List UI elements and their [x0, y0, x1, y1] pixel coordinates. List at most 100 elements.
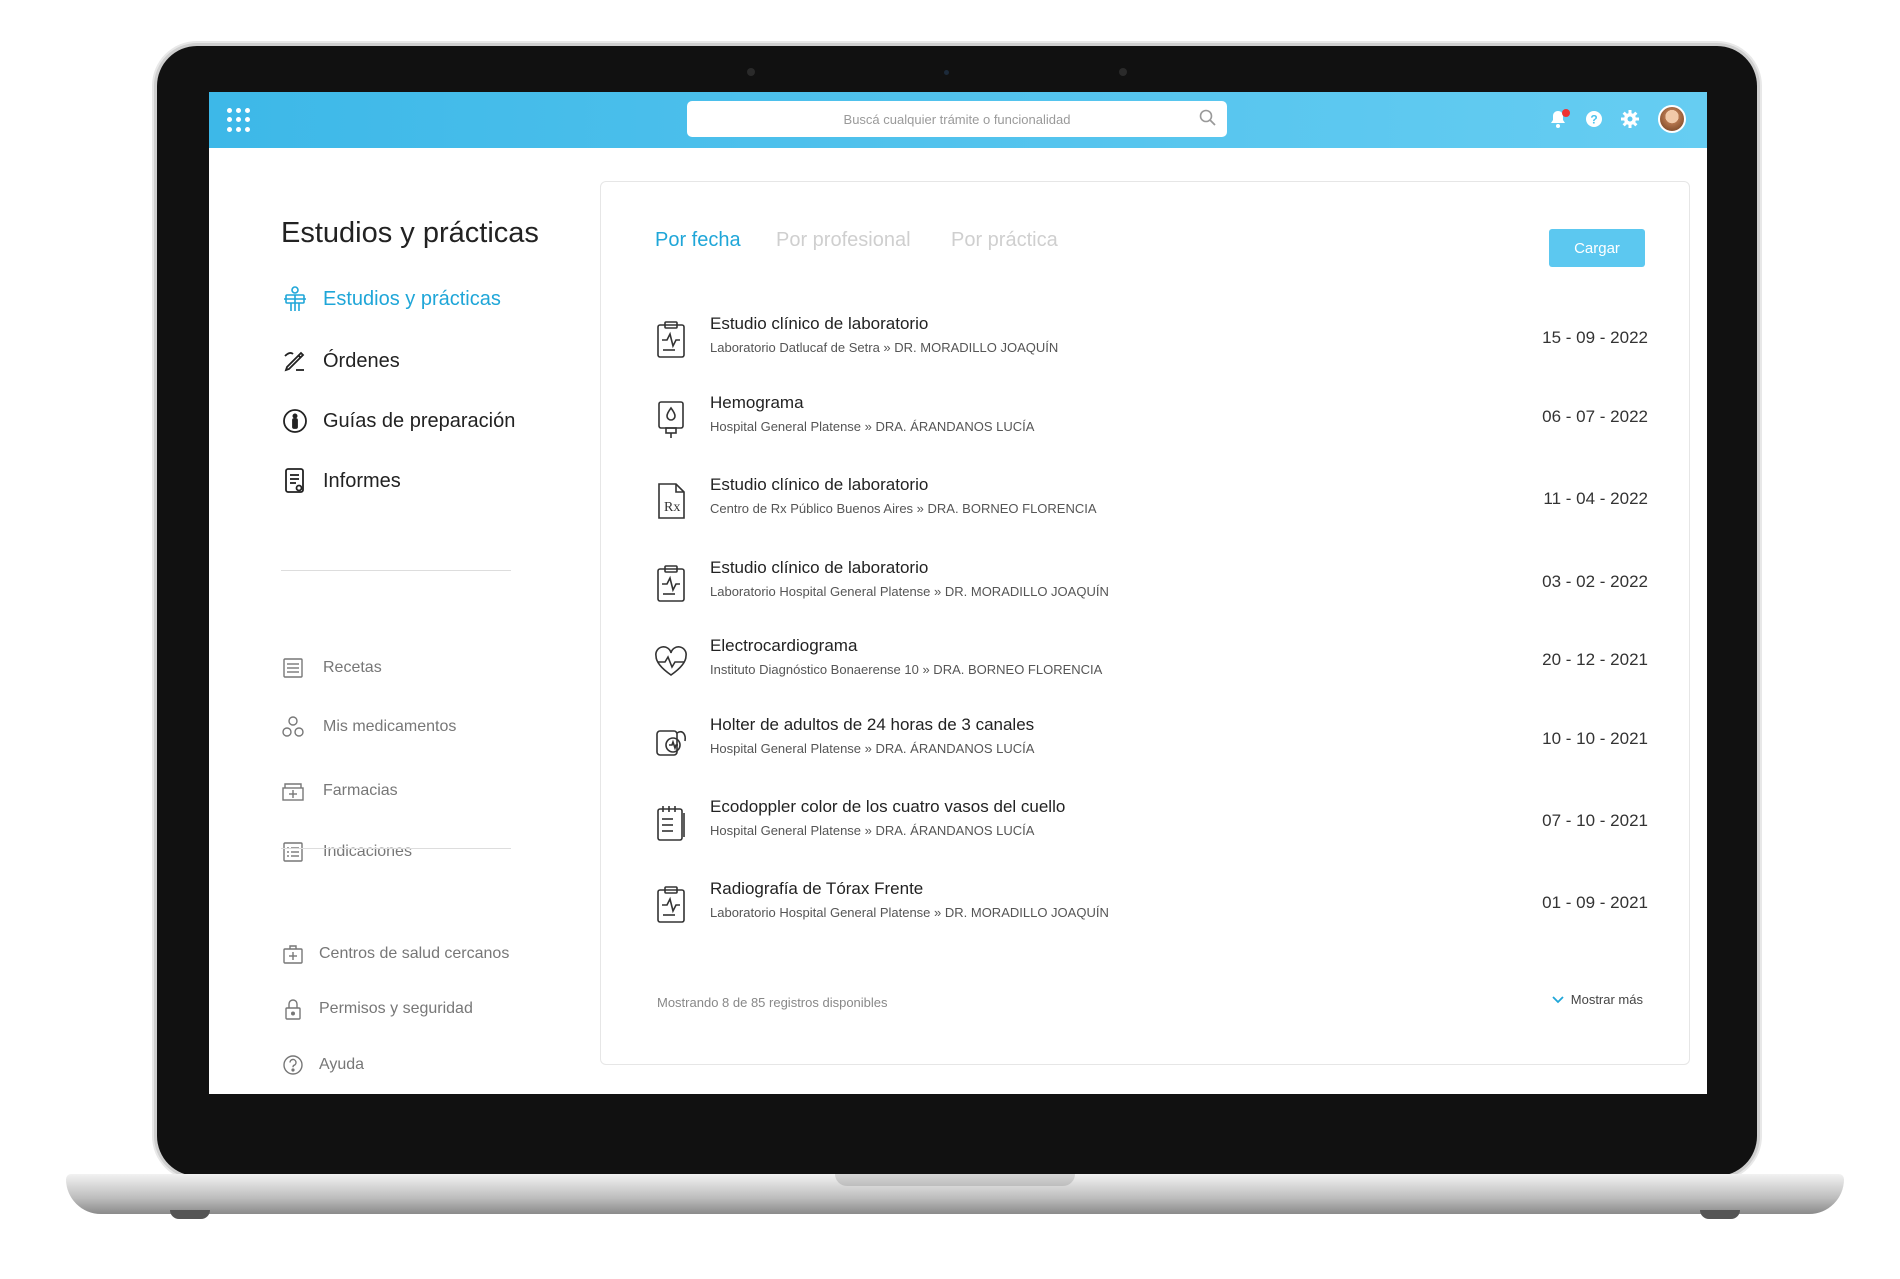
record-row[interactable]: Rx Estudio clínico de laboratorio Centro… [653, 471, 1648, 531]
record-subtitle: Laboratorio Hospital General Platense » … [710, 584, 1109, 599]
record-subtitle: Hospital General Platense » DRA. ÁRANDAN… [710, 419, 1035, 434]
checklist-icon [281, 840, 305, 864]
record-title: Ecodoppler color de los cuatro vasos del… [710, 797, 1066, 816]
record-subtitle: Hospital General Platense » DRA. ÁRANDAN… [710, 741, 1035, 756]
laptop-foot [1700, 1210, 1740, 1219]
sidebar-item-permisos[interactable]: Permisos y seguridad [281, 997, 473, 1021]
info-person-icon [281, 407, 309, 435]
records-card: Por fecha Por profesional Por práctica C… [600, 181, 1690, 1065]
record-date: 06 - 07 - 2022 [1542, 407, 1648, 426]
record-row[interactable]: Radiografía de Tórax Frente Laboratorio … [653, 875, 1648, 935]
prescription-list-icon [281, 656, 305, 680]
sidebar-item-medicamentos[interactable]: Mis medicamentos [281, 715, 456, 739]
body-scan-icon [281, 285, 309, 313]
sidebar-item-ayuda[interactable]: Ayuda [281, 1053, 364, 1077]
record-row[interactable]: Estudio clínico de laboratorio Laborator… [653, 310, 1648, 370]
records-summary: Mostrando 8 de 85 registros disponibles [657, 995, 888, 1010]
record-row[interactable]: Ecodoppler color de los cuatro vasos del… [653, 793, 1648, 853]
record-title: Holter de adultos de 24 horas de 3 canal… [710, 715, 1035, 734]
record-subtitle: Laboratorio Hospital General Platense » … [710, 905, 1109, 920]
sidebar-item-label: Órdenes [323, 349, 400, 372]
record-subtitle: Hospital General Platense » DRA. ÁRANDAN… [710, 823, 1035, 838]
record-title: Estudio clínico de laboratorio [710, 558, 929, 577]
sidebar-item-label: Permisos y seguridad [319, 1000, 473, 1017]
pencil-order-icon [281, 347, 309, 375]
record-title: Estudio clínico de laboratorio [710, 475, 929, 494]
sidebar-item-label: Recetas [323, 659, 382, 676]
help-icon [281, 1053, 305, 1077]
tab-por-profesional[interactable]: Por profesional [776, 229, 911, 252]
tab-por-practica[interactable]: Por práctica [951, 229, 1058, 252]
svg-text:?: ? [1590, 113, 1597, 127]
chevron-down-icon [1552, 995, 1564, 1003]
record-subtitle: Instituto Diagnóstico Bonaerense 10 » DR… [710, 662, 1103, 677]
notepad-icon [657, 806, 685, 841]
clipboard-pulse-icon [657, 886, 685, 923]
sensor-dot [747, 68, 755, 76]
pharmacy-icon [281, 779, 305, 803]
sidebar-item-indicaciones[interactable]: Indicaciones [281, 840, 412, 864]
clipboard-pulse-icon [657, 565, 685, 602]
record-title: Estudio clínico de laboratorio [710, 314, 929, 333]
record-date: 03 - 02 - 2022 [1542, 572, 1648, 591]
base-notch [835, 1174, 1075, 1186]
laptop-lid: ? Estudios y prácticas [157, 46, 1757, 1176]
record-date: 07 - 10 - 2021 [1542, 811, 1648, 830]
laptop-foot [170, 1210, 210, 1219]
record-title: Radiografía de Tórax Frente [710, 879, 924, 898]
divider [281, 570, 511, 571]
apps-grid-icon[interactable] [227, 108, 251, 132]
show-more-label: Mostrar más [1570, 992, 1643, 1007]
sidebar-item-estudios[interactable]: Estudios y prácticas [281, 285, 501, 313]
sidebar-item-label: Ayuda [319, 1056, 365, 1073]
report-document-icon [281, 467, 309, 495]
lock-icon [281, 997, 305, 1021]
rx-document-icon: Rx [658, 483, 685, 519]
page-title: Estudios y prácticas [281, 217, 539, 249]
sidebar-item-recetas[interactable]: Recetas [281, 656, 382, 680]
screen: ? Estudios y prácticas [209, 92, 1707, 1094]
sidebar-item-informes[interactable]: Informes [281, 467, 401, 495]
medical-kit-icon [281, 942, 305, 966]
pills-icon [281, 715, 305, 739]
heart-pulse-icon [655, 646, 687, 676]
record-date: 20 - 12 - 2021 [1542, 650, 1648, 669]
sidebar-item-guias[interactable]: Guías de preparación [281, 407, 515, 435]
sidebar-item-label: Estudios y prácticas [323, 287, 501, 310]
sidebar-item-farmacias[interactable]: Farmacias [281, 779, 398, 803]
search-icon[interactable] [1199, 109, 1217, 127]
record-row[interactable]: Hemograma Hospital General Platense » DR… [653, 389, 1648, 449]
sidebar-item-label: Farmacias [323, 782, 398, 799]
search-input[interactable] [687, 101, 1227, 137]
record-row[interactable]: Electrocardiograma Instituto Diagnóstico… [653, 632, 1648, 692]
record-title: Electrocardiograma [710, 636, 858, 655]
camera-lens [944, 70, 949, 75]
laptop-base [66, 1174, 1844, 1214]
notification-badge [1562, 109, 1570, 117]
clipboard-pulse-icon [657, 321, 685, 358]
show-more-button[interactable]: Mostrar más [1551, 992, 1643, 1007]
upload-button[interactable]: Cargar [1549, 229, 1645, 267]
record-row[interactable]: Estudio clínico de laboratorio Laborator… [653, 554, 1648, 614]
sidebar-item-label: Mis medicamentos [323, 718, 457, 735]
tab-por-fecha[interactable]: Por fecha [655, 229, 741, 252]
sidebar-item-label: Guías de preparación [323, 409, 516, 432]
user-avatar[interactable] [1658, 105, 1686, 133]
sidebar-item-centros[interactable]: Centros de salud cercanos [281, 942, 509, 966]
sidebar-item-label: Centros de salud cercanos [319, 945, 510, 962]
top-bar: ? [209, 92, 1707, 148]
holter-device-icon [656, 730, 686, 756]
record-row[interactable]: Holter de adultos de 24 horas de 3 canal… [653, 711, 1648, 771]
sidebar-item-label: Indicaciones [323, 843, 412, 860]
sidebar-item-label: Informes [323, 469, 401, 492]
gear-icon[interactable] [1620, 109, 1640, 129]
record-subtitle: Laboratorio Datlucaf de Setra » DR. MORA… [710, 340, 1059, 355]
sidebar-item-ordenes[interactable]: Órdenes [281, 347, 400, 375]
blood-bag-icon [658, 401, 684, 438]
help-circle-icon[interactable]: ? [1584, 109, 1604, 129]
record-date: 10 - 10 - 2021 [1542, 729, 1648, 748]
record-subtitle: Centro de Rx Público Buenos Aires » DRA.… [710, 501, 1097, 516]
sensor-dot [1119, 68, 1127, 76]
divider [281, 848, 511, 849]
record-date: 01 - 09 - 2021 [1542, 893, 1648, 912]
